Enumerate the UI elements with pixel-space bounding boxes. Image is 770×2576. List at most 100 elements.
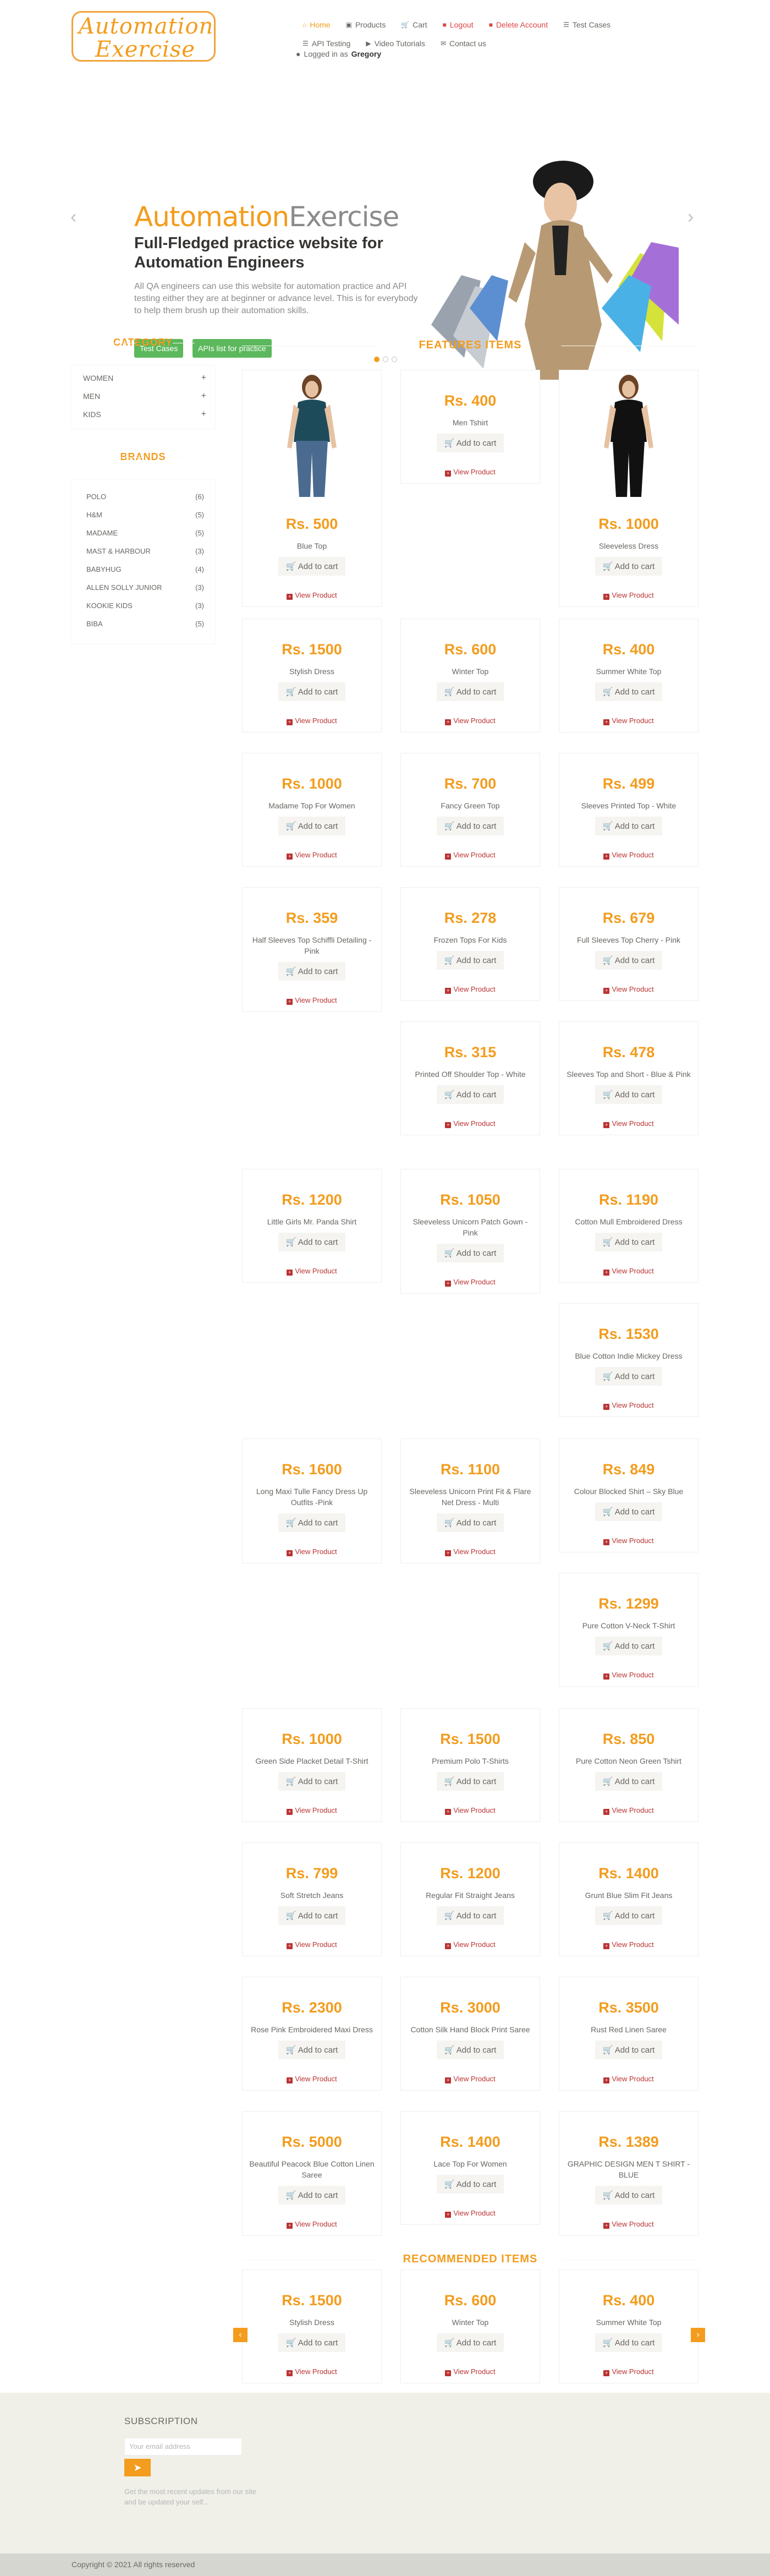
- add-to-cart-button[interactable]: 🛒 Add to cart: [595, 2186, 663, 2205]
- add-to-cart-button[interactable]: 🛒 Add to cart: [436, 1772, 504, 1791]
- add-to-cart-button[interactable]: 🛒 Add to cart: [436, 2333, 504, 2352]
- add-to-cart-button[interactable]: 🛒 Add to cart: [595, 557, 663, 576]
- add-to-cart-button[interactable]: 🛒 Add to cart: [595, 2333, 663, 2352]
- add-to-cart-button[interactable]: 🛒 Add to cart: [436, 817, 504, 835]
- view-product-link[interactable]: + View Product: [401, 1278, 540, 1293]
- add-to-cart-button[interactable]: 🛒 Add to cart: [595, 951, 663, 970]
- view-product-link[interactable]: + View Product: [559, 1536, 698, 1552]
- add-to-cart-button[interactable]: 🛒 Add to cart: [595, 1233, 663, 1251]
- view-product-link[interactable]: + View Product: [401, 1806, 540, 1822]
- recommended-next-icon[interactable]: ›: [691, 2328, 705, 2342]
- view-product-link[interactable]: + View Product: [559, 2075, 698, 2090]
- view-product-link[interactable]: + View Product: [559, 717, 698, 732]
- add-to-cart-button[interactable]: 🛒 Add to cart: [436, 1085, 504, 1104]
- view-product-link[interactable]: + View Product: [559, 1806, 698, 1822]
- add-to-cart-button[interactable]: 🛒 Add to cart: [278, 1772, 346, 1791]
- add-to-cart-button[interactable]: 🛒 Add to cart: [595, 2041, 663, 2059]
- category-women[interactable]: Women +: [83, 369, 206, 387]
- add-to-cart-button[interactable]: 🛒 Add to cart: [595, 1367, 663, 1386]
- slider-dot[interactable]: [374, 357, 380, 362]
- add-to-cart-button[interactable]: 🛒 Add to cart: [278, 962, 346, 981]
- nav-api-testing[interactable]: ☰ API Testing: [295, 39, 358, 48]
- plus-icon[interactable]: +: [201, 391, 206, 401]
- view-product-link[interactable]: + View Product: [243, 2220, 381, 2235]
- add-to-cart-button[interactable]: 🛒 Add to cart: [595, 1637, 663, 1655]
- add-to-cart-button[interactable]: 🛒 Add to cart: [436, 2175, 504, 2194]
- view-product-link[interactable]: + View Product: [559, 1940, 698, 1956]
- view-product-link[interactable]: + View Product: [559, 851, 698, 866]
- view-product-link[interactable]: + View Product: [401, 985, 540, 1000]
- slider-next-icon[interactable]: ›: [688, 206, 694, 228]
- view-product-link[interactable]: + View Product: [401, 1547, 540, 1563]
- add-to-cart-button[interactable]: 🛒 Add to cart: [436, 434, 504, 452]
- add-to-cart-button[interactable]: 🛒 Add to cart: [595, 1906, 663, 1925]
- view-product-link[interactable]: + View Product: [559, 591, 698, 606]
- view-product-link[interactable]: + View Product: [401, 2367, 540, 2383]
- nav-video-tutorials[interactable]: ▶ Video Tutorials: [358, 39, 433, 48]
- add-to-cart-button[interactable]: 🛒 Add to cart: [436, 682, 504, 701]
- category-men[interactable]: Men +: [83, 387, 206, 405]
- nav-test-cases[interactable]: ☰ Test Cases: [556, 20, 618, 29]
- plus-icon[interactable]: +: [201, 409, 206, 419]
- view-product-link[interactable]: + View Product: [401, 851, 540, 866]
- nav-contact-us[interactable]: ✉ Contact us: [433, 39, 494, 48]
- view-product-link[interactable]: + View Product: [243, 1806, 381, 1822]
- add-to-cart-button[interactable]: 🛒 Add to cart: [278, 2186, 346, 2205]
- view-product-link[interactable]: + View Product: [243, 996, 381, 1011]
- add-to-cart-button[interactable]: 🛒 Add to cart: [595, 1772, 663, 1791]
- slider-prev-icon[interactable]: ‹: [70, 206, 76, 228]
- brand-babyhug[interactable]: Babyhug (4): [86, 560, 204, 578]
- add-to-cart-button[interactable]: 🛒 Add to cart: [436, 1513, 504, 1532]
- brand-biba[interactable]: Biba (5): [86, 615, 204, 633]
- add-to-cart-button[interactable]: 🛒 Add to cart: [278, 817, 346, 835]
- brand-mast-harbour[interactable]: Mast & Harbour (3): [86, 542, 204, 560]
- view-product-link[interactable]: + View Product: [559, 985, 698, 1000]
- add-to-cart-button[interactable]: 🛒 Add to cart: [278, 1513, 346, 1532]
- view-product-link[interactable]: + View Product: [559, 2367, 698, 2383]
- brand-polo[interactable]: Polo (6): [86, 488, 204, 506]
- view-product-link[interactable]: + View Product: [243, 2075, 381, 2090]
- nav-logout[interactable]: ■ Logout: [435, 20, 481, 29]
- brand-kookie-kids[interactable]: Kookie Kids (3): [86, 597, 204, 615]
- add-to-cart-button[interactable]: 🛒 Add to cart: [278, 2041, 346, 2059]
- view-product-link[interactable]: + View Product: [559, 1401, 698, 1416]
- view-product-link[interactable]: + View Product: [559, 1671, 698, 1686]
- view-product-link[interactable]: + View Product: [401, 1119, 540, 1135]
- slider-dot[interactable]: [392, 357, 397, 362]
- nav-delete-account[interactable]: ■ Delete Account: [481, 20, 556, 29]
- add-to-cart-button[interactable]: 🛒 Add to cart: [278, 682, 346, 701]
- category-kids[interactable]: Kids +: [83, 405, 206, 423]
- add-to-cart-button[interactable]: 🛒 Add to cart: [436, 2041, 504, 2059]
- view-product-link[interactable]: + View Product: [243, 1267, 381, 1282]
- view-product-link[interactable]: + View Product: [243, 717, 381, 732]
- add-to-cart-button[interactable]: 🛒 Add to cart: [278, 557, 346, 576]
- plus-icon[interactable]: +: [201, 373, 206, 383]
- subscribe-email-input[interactable]: Your email address: [124, 2438, 242, 2455]
- view-product-link[interactable]: + View Product: [243, 591, 381, 606]
- add-to-cart-button[interactable]: 🛒 Add to cart: [595, 817, 663, 835]
- add-to-cart-button[interactable]: 🛒 Add to cart: [595, 682, 663, 701]
- add-to-cart-button[interactable]: 🛒 Add to cart: [278, 1906, 346, 1925]
- nav-home[interactable]: ⌂ Home: [295, 20, 338, 29]
- view-product-link[interactable]: + View Product: [401, 717, 540, 732]
- add-to-cart-button[interactable]: 🛒 Add to cart: [595, 1085, 663, 1104]
- recommended-prev-icon[interactable]: ‹: [233, 2328, 248, 2342]
- view-product-link[interactable]: + View Product: [401, 2075, 540, 2090]
- site-logo[interactable]: Automation Exercise: [72, 11, 216, 62]
- add-to-cart-button[interactable]: 🛒 Add to cart: [436, 951, 504, 970]
- brand-allen-solly-junior[interactable]: Allen Solly Junior (3): [86, 578, 204, 597]
- view-product-link[interactable]: + View Product: [243, 851, 381, 866]
- view-product-link[interactable]: + View Product: [559, 2220, 698, 2235]
- view-product-link[interactable]: + View Product: [401, 2209, 540, 2224]
- view-product-link[interactable]: + View Product: [401, 468, 540, 483]
- add-to-cart-button[interactable]: 🛒 Add to cart: [595, 1502, 663, 1521]
- add-to-cart-button[interactable]: 🛒 Add to cart: [278, 1233, 346, 1251]
- view-product-link[interactable]: + View Product: [401, 1940, 540, 1956]
- nav-cart[interactable]: 🛒 Cart: [393, 20, 435, 29]
- view-product-link[interactable]: + View Product: [559, 1119, 698, 1135]
- view-product-link[interactable]: + View Product: [243, 1940, 381, 1956]
- view-product-link[interactable]: + View Product: [243, 2367, 381, 2383]
- nav-products[interactable]: ▣ Products: [338, 20, 394, 29]
- brand-hm[interactable]: H&M (5): [86, 506, 204, 524]
- view-product-link[interactable]: + View Product: [559, 1267, 698, 1282]
